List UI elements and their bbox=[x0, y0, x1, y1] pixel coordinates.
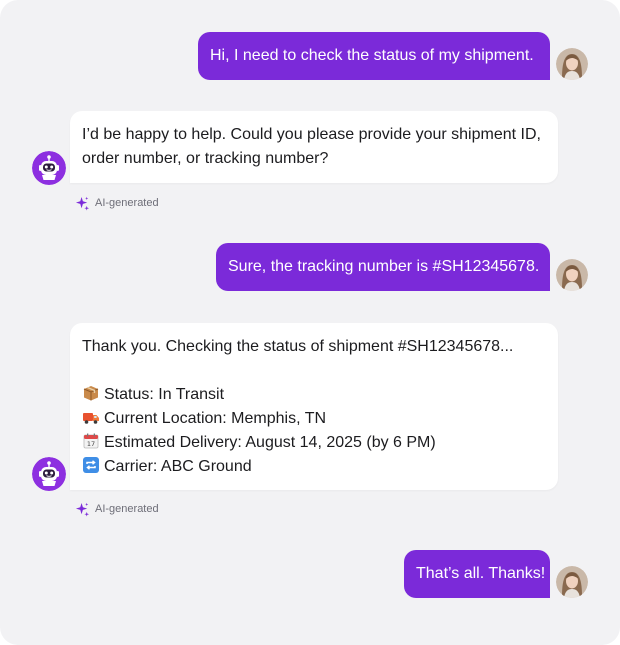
robot-icon bbox=[32, 457, 66, 491]
user-avatar bbox=[556, 48, 588, 80]
user-message-bubble: That’s all. Thanks! bbox=[404, 550, 550, 598]
user-message-bubble: Hi, I need to check the status of my shi… bbox=[198, 32, 550, 80]
location-text: Current Location: Memphis, TN bbox=[104, 410, 327, 427]
user-message-bubble: Sure, the tracking number is #SH12345678… bbox=[216, 243, 550, 291]
user-avatar-photo bbox=[556, 48, 588, 80]
user-avatar-photo bbox=[556, 259, 588, 291]
robot-icon bbox=[32, 151, 66, 185]
user-avatar bbox=[556, 566, 588, 598]
bot-avatar bbox=[32, 151, 66, 185]
bot-message-bubble: I’d be happy to help. Could you please p… bbox=[70, 111, 558, 183]
sparkle-icon bbox=[75, 196, 90, 211]
delivery-text: Estimated Delivery: August 14, 2025 (by … bbox=[104, 434, 436, 451]
location-line: Current Location: Memphis, TN bbox=[82, 407, 544, 431]
truck-icon bbox=[83, 413, 99, 424]
delivery-line: 17 Estimated Delivery: August 14, 2025 (… bbox=[82, 431, 544, 455]
bot-message-bubble: Thank you. Checking the status of shipme… bbox=[70, 323, 558, 490]
status-line: Status: In Transit bbox=[82, 383, 544, 407]
calendar-icon: 17 bbox=[83, 433, 99, 449]
user-avatar-photo bbox=[556, 566, 588, 598]
sparkle-icon bbox=[75, 502, 90, 517]
user-avatar bbox=[556, 259, 588, 291]
user-message-text: Sure, the tracking number is #SH12345678… bbox=[228, 258, 540, 275]
chat-panel: Hi, I need to check the status of my shi… bbox=[0, 0, 620, 645]
bot-avatar bbox=[32, 457, 66, 491]
carrier-text: Carrier: ABC Ground bbox=[104, 458, 252, 475]
carrier-line: Carrier: ABC Ground bbox=[82, 455, 544, 479]
ai-generated-label: AI-generated bbox=[95, 197, 159, 209]
status-text: Status: In Transit bbox=[104, 386, 225, 403]
ai-generated-tag: AI-generated bbox=[75, 195, 159, 211]
user-message-text: Hi, I need to check the status of my shi… bbox=[210, 47, 534, 64]
bot-message-line: I’d be happy to help. Could you please p… bbox=[82, 126, 541, 143]
repeat-icon bbox=[83, 457, 99, 473]
svg-text:17: 17 bbox=[87, 440, 95, 448]
ai-generated-tag: AI-generated bbox=[75, 501, 159, 517]
package-icon bbox=[83, 386, 99, 401]
bot-message-line: Thank you. Checking the status of shipme… bbox=[82, 338, 514, 355]
ai-generated-label: AI-generated bbox=[95, 503, 159, 515]
bot-message-line: order number, or tracking number? bbox=[82, 150, 329, 167]
user-message-text: That’s all. Thanks! bbox=[416, 565, 546, 582]
